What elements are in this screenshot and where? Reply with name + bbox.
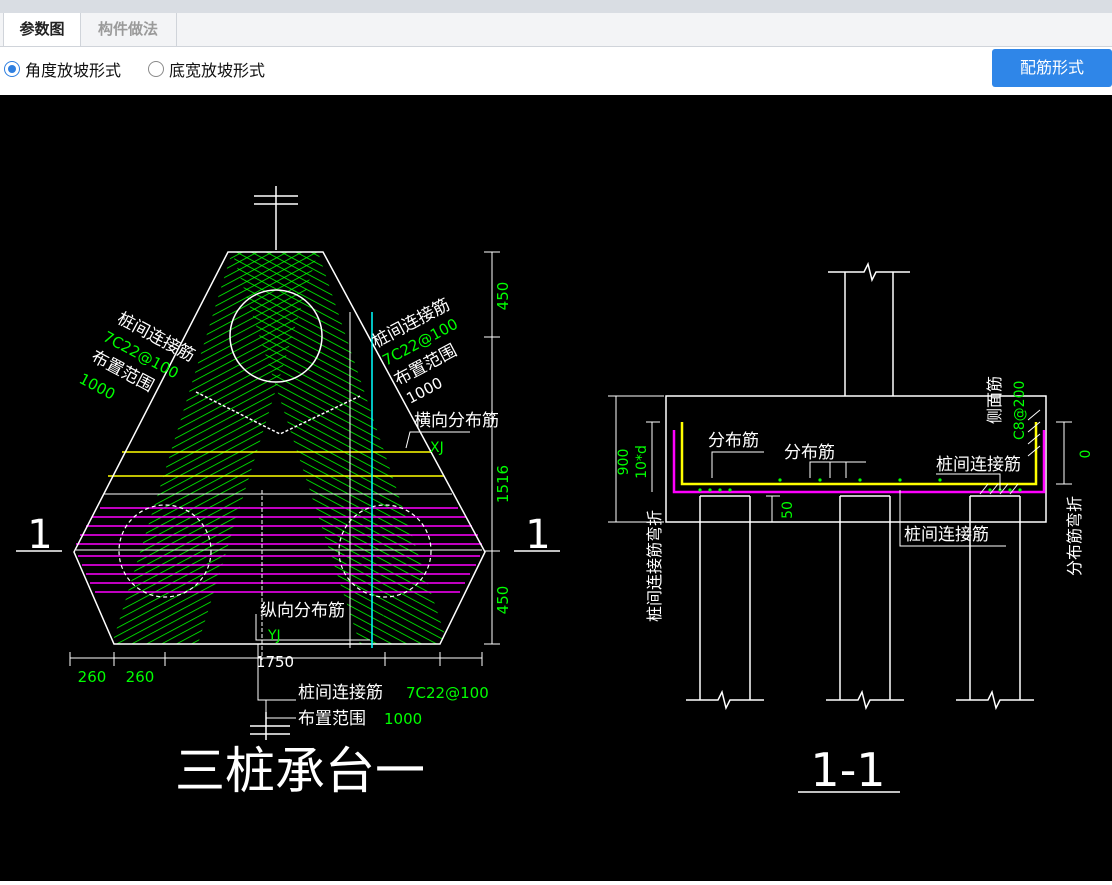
bottom-tie-label: 桩间连接筋: [298, 683, 383, 703]
xj-label: XJ: [430, 440, 444, 456]
window-top-strip: [0, 0, 1112, 13]
trans-dist-label: 横向分布筋: [414, 411, 499, 431]
plan-title: 三桩承台一: [175, 742, 425, 800]
rebar-form-button[interactable]: 配筋形式: [992, 49, 1112, 87]
section-tie-label: 桩间连接筋: [936, 455, 1021, 475]
section-column: [828, 261, 910, 396]
dim-1750: 1750: [256, 653, 294, 671]
section-mark-right: 1: [525, 512, 550, 558]
radio-angle-label: 角度放坡形式: [25, 61, 122, 80]
section-dist2-label: 分布筋: [784, 443, 835, 463]
section-side-spec: C8@200: [1012, 381, 1028, 440]
dim-450-bottom: 450: [494, 586, 512, 615]
radio-width-label: 底宽放坡形式: [169, 61, 266, 80]
section-right-vertical-label: 分布筋弯折: [1065, 496, 1084, 576]
plan-view: 桩间连接筋 7C22@100 布置范围 1000 桩间连接筋 7C22@100 …: [16, 186, 560, 800]
bottom-range-label: 布置范围: [298, 709, 366, 729]
section-view: 分布筋 分布筋 桩间连接筋 侧面筋 C8@200 900 10*d 50 桩间连…: [608, 261, 1094, 797]
white-rebar-lines: [76, 493, 482, 551]
section-side-label: 侧面筋: [985, 376, 1004, 424]
section-title: 1-1: [810, 743, 885, 797]
yj-label: YJ: [267, 628, 281, 644]
section-dist1-label: 分布筋: [708, 431, 759, 451]
tab-params[interactable]: 参数图: [3, 13, 81, 46]
bottom-tie-spec: 7C22@100: [406, 684, 489, 702]
dim-1516: 1516: [494, 465, 512, 503]
section-dim-50: 50: [780, 501, 796, 519]
section-left-vertical-label: 桩间连接筋弯折: [645, 510, 664, 622]
section-mark-left: 1: [27, 512, 52, 558]
radio-selected-icon: [4, 61, 20, 77]
tab-bar: 参数图 构件做法: [0, 13, 1112, 47]
drawing-canvas: 桩间连接筋 7C22@100 布置范围 1000 桩间连接筋 7C22@100 …: [0, 95, 1112, 881]
radio-angle-slope[interactable]: 角度放坡形式: [4, 58, 121, 80]
bottom-range-value: 1000: [384, 710, 422, 728]
section-zero: 0: [1078, 450, 1094, 459]
dim-450-top: 450: [494, 282, 512, 311]
cad-drawing: 桩间连接筋 7C22@100 布置范围 1000 桩间连接筋 7C22@100 …: [16, 186, 1094, 800]
radio-width-slope[interactable]: 底宽放坡形式: [148, 58, 265, 80]
dim-260-a: 260: [78, 668, 107, 686]
section-tie-bottom-label: 桩间连接筋: [904, 525, 989, 545]
section-dim-900: 900: [616, 449, 632, 476]
tab-method[interactable]: 构件做法: [80, 13, 177, 46]
option-bar: 角度放坡形式 底宽放坡形式: [0, 47, 1112, 95]
section-dim-10d: 10*d: [634, 445, 650, 479]
radio-unselected-icon: [148, 61, 164, 77]
long-dist-label: 纵向分布筋: [260, 601, 345, 621]
dim-260-b: 260: [126, 668, 155, 686]
